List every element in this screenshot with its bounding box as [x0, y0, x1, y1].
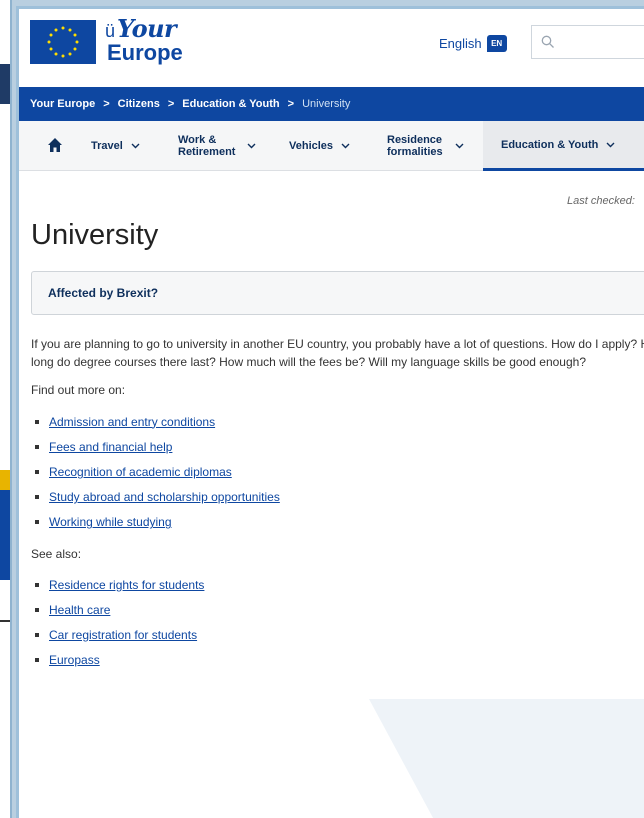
chevron-down-icon [131, 140, 140, 152]
smile-icon: ü [105, 21, 116, 41]
language-code-badge: EN [486, 35, 507, 52]
find-out-more-list: Admission and entry conditions Fees and … [31, 409, 280, 535]
intro-line-1: If you are planning to go to university … [31, 337, 644, 351]
link-europass[interactable]: Europass [49, 653, 100, 667]
search-icon [541, 35, 554, 48]
nav-vehicles-label: Vehicles [289, 140, 334, 152]
bullet-icon [35, 658, 39, 663]
see-also-label: See also: [31, 547, 82, 561]
list-item: Europass [31, 648, 204, 673]
chevron-down-icon [606, 139, 615, 151]
nav-education-youth[interactable]: Education & Youth [483, 121, 644, 171]
nav-vehicles[interactable]: Vehicles [289, 121, 350, 171]
your-europe-logo[interactable]: üYour Europe [105, 17, 183, 64]
list-item: Admission and entry conditions [31, 409, 280, 434]
brexit-accordion[interactable]: Affected by Brexit? [31, 271, 644, 315]
link-working[interactable]: Working while studying [49, 515, 172, 529]
eu-flag-logo[interactable] [30, 20, 96, 64]
find-out-more-label: Find out more on: [31, 383, 126, 397]
chevron-down-icon [455, 140, 464, 152]
breadcrumb-separator: > [103, 98, 110, 110]
bullet-icon [35, 520, 39, 525]
link-residence-rights[interactable]: Residence rights for students [49, 578, 204, 592]
list-item: Study abroad and scholarship opportuniti… [31, 485, 280, 510]
brexit-accordion-label: Affected by Brexit? [48, 286, 159, 300]
home-icon[interactable] [47, 137, 63, 153]
nav-work-retirement-label: Work & Retirement [178, 134, 236, 158]
main-navigation: Travel Work & Retirement Vehicles Residen… [19, 121, 644, 171]
list-item: Health care [31, 597, 204, 622]
breadcrumb: Your Europe > Citizens > Education & You… [19, 87, 644, 121]
intro-paragraph: If you are planning to go to university … [31, 335, 644, 371]
breadcrumb-your-europe[interactable]: Your Europe [30, 98, 95, 110]
chevron-down-icon [341, 140, 350, 152]
background-window-strip [0, 0, 12, 818]
bullet-icon [35, 632, 39, 637]
breadcrumb-current: University [302, 98, 351, 110]
nav-residence-label: Residence formalities [387, 134, 443, 158]
link-recognition[interactable]: Recognition of academic diplomas [49, 465, 232, 479]
breadcrumb-citizens[interactable]: Citizens [118, 98, 160, 110]
language-label: English [439, 36, 482, 51]
page-title: University [31, 219, 159, 251]
list-item: Residence rights for students [31, 572, 204, 597]
browser-frame: üYour Europe English EN Your Europe > Ci… [16, 6, 644, 818]
bullet-icon [35, 419, 39, 424]
bullet-icon [35, 469, 39, 474]
link-health-care[interactable]: Health care [49, 603, 110, 617]
list-item: Recognition of academic diplomas [31, 459, 280, 484]
bullet-icon [35, 444, 39, 449]
decorative-background-shape [369, 699, 644, 818]
nav-travel-label: Travel [91, 140, 123, 152]
link-fees[interactable]: Fees and financial help [49, 440, 172, 454]
bullet-icon [35, 607, 39, 612]
link-car-registration[interactable]: Car registration for students [49, 628, 197, 642]
last-checked-text: Last checked: [567, 195, 635, 207]
chevron-down-icon [247, 140, 256, 152]
list-item: Car registration for students [31, 622, 204, 647]
breadcrumb-education-youth[interactable]: Education & Youth [182, 98, 279, 110]
logo-your-text: Your [117, 14, 177, 43]
see-also-list: Residence rights for students Health car… [31, 572, 204, 673]
link-study-abroad[interactable]: Study abroad and scholarship opportuniti… [49, 490, 280, 504]
intro-line-2: long do degree courses there last? How m… [31, 355, 586, 369]
nav-residence-formalities[interactable]: Residence formalities [387, 121, 464, 171]
nav-education-youth-label: Education & Youth [501, 138, 599, 151]
site-header: üYour Europe English EN [19, 9, 644, 87]
nav-work-retirement[interactable]: Work & Retirement [178, 121, 256, 171]
language-selector[interactable]: English EN [439, 35, 507, 52]
search-input[interactable] [531, 25, 644, 59]
list-item: Working while studying [31, 510, 280, 535]
link-admission[interactable]: Admission and entry conditions [49, 415, 215, 429]
list-item: Fees and financial help [31, 434, 280, 459]
nav-travel[interactable]: Travel [91, 121, 140, 171]
breadcrumb-separator: > [167, 98, 175, 110]
breadcrumb-separator: > [287, 98, 295, 110]
logo-europe-text: Europe [107, 40, 183, 65]
bullet-icon [35, 582, 39, 587]
bullet-icon [35, 495, 39, 500]
